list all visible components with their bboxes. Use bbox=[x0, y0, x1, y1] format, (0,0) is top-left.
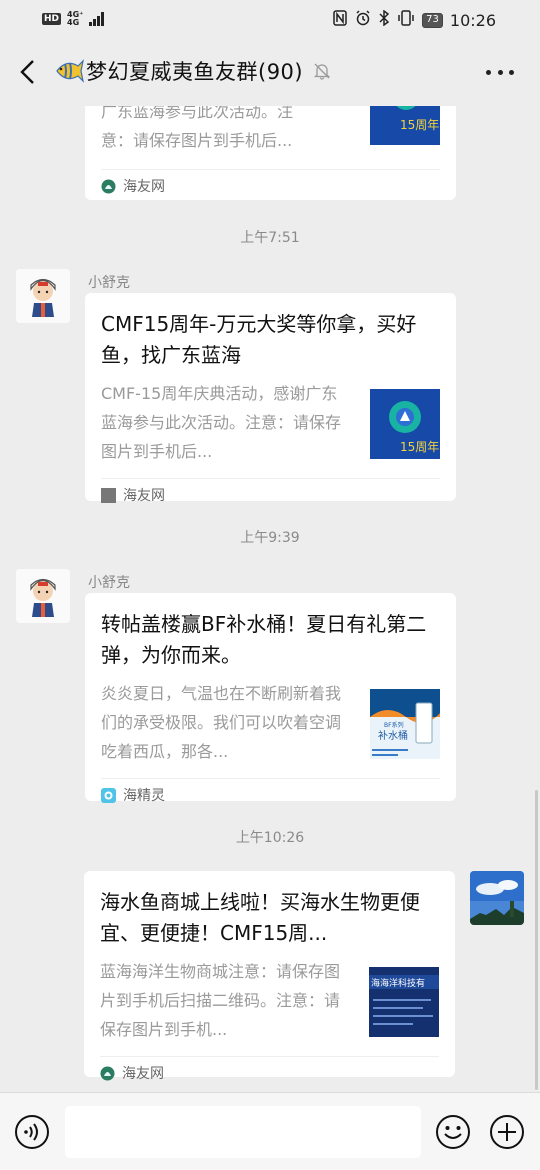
card-desc: 蓝海海洋生物商城注意：请保存图片到手机后扫描二维码。注意：请保存图片到手机... bbox=[100, 962, 341, 1039]
card-thumbnail: 15周年 bbox=[370, 106, 440, 161]
more-dot-icon bbox=[497, 69, 503, 75]
more-actions-button[interactable] bbox=[489, 1114, 525, 1150]
link-card[interactable]: CMF15周年-万元大奖等你拿，买好鱼，找广东蓝海 CMF-15周年庆典活动，感… bbox=[85, 293, 456, 504]
battery-icon: 73 bbox=[422, 12, 443, 28]
smiley-icon bbox=[436, 1115, 470, 1149]
vibrate-icon bbox=[397, 10, 415, 30]
more-dot-icon bbox=[509, 69, 514, 75]
emoji-button[interactable] bbox=[435, 1114, 471, 1150]
chat-title: 梦幻夏威夷鱼友群(90) bbox=[86, 60, 304, 84]
card-desc-line: 广东蓝海参与此次活动。注 bbox=[101, 106, 294, 121]
card-thumbnail: BF系列 补水桶 bbox=[370, 689, 440, 759]
status-left: HD 4G⁺ 4G bbox=[42, 11, 105, 27]
link-card[interactable]: 转帖盖楼赢BF补水桶！夏日有礼第二弹，为你而来。 炎炎夏日，气温也在不断刷新着我… bbox=[85, 593, 456, 804]
card-desc: 炎炎夏日，气温也在不断刷新着我们的承受极限。我们可以吹着空调吃着西瓜，那各... bbox=[101, 684, 342, 761]
message-timestamp: 上午9:39 bbox=[240, 530, 300, 546]
bf-product-thumb-text: 补水桶 bbox=[378, 729, 408, 742]
sender-avatar[interactable] bbox=[16, 569, 70, 623]
anniversary-thumb-text: 15周年 bbox=[400, 118, 439, 132]
voice-icon bbox=[15, 1115, 49, 1149]
link-card-self[interactable]: 海水鱼商城上线啦！买海水生物更便宜、更便捷！CMF15周... 蓝海海洋生物商城… bbox=[84, 871, 455, 1082]
chat-header: 梦幻夏威夷鱼友群(90) bbox=[0, 40, 540, 106]
message-input[interactable] bbox=[65, 1106, 421, 1158]
chat-title-wrap[interactable]: 梦幻夏威夷鱼友群(90) bbox=[54, 56, 331, 86]
sender-name: 小舒克 bbox=[88, 275, 130, 291]
scrollbar[interactable] bbox=[535, 790, 538, 1090]
haijingling-logo-icon bbox=[101, 787, 116, 803]
alarm-icon bbox=[355, 10, 371, 30]
more-options-button[interactable] bbox=[486, 62, 514, 82]
card-footer: 海精灵 bbox=[101, 778, 440, 811]
message-timestamp: 上午10:26 bbox=[235, 830, 305, 846]
self-avatar[interactable] bbox=[470, 871, 524, 925]
status-time: 10:26 bbox=[449, 10, 496, 30]
chevron-left-icon bbox=[20, 60, 34, 84]
tropical-fish-icon bbox=[56, 59, 84, 83]
voice-input-button[interactable] bbox=[14, 1114, 50, 1150]
card-title: CMF15周年-万元大奖等你拿，买好鱼，找广东蓝海 bbox=[101, 312, 417, 367]
back-button[interactable] bbox=[14, 57, 44, 87]
haiyouwang-logo-icon bbox=[101, 179, 116, 193]
input-bar bbox=[0, 1092, 540, 1170]
sender-avatar[interactable] bbox=[16, 269, 70, 323]
card-desc-line: 意：请保存图片到手机后... bbox=[101, 131, 293, 150]
card-source: 海友网 bbox=[123, 488, 165, 504]
mute-bell-icon bbox=[314, 63, 331, 80]
sender-name: 小舒克 bbox=[88, 575, 130, 591]
more-dot-icon bbox=[486, 69, 491, 75]
card-thumbnail: 海海洋科技有 bbox=[369, 967, 439, 1037]
message-timestamp: 上午7:51 bbox=[240, 230, 300, 246]
card-title: 海水鱼商城上线啦！买海水生物更便宜、更便捷！CMF15周... bbox=[100, 890, 420, 945]
card-footer: 海友网 bbox=[101, 169, 440, 202]
anniversary-thumb-text: 15周年 bbox=[400, 440, 439, 454]
status-right: 73 10:26 bbox=[332, 9, 496, 30]
signal-icon bbox=[89, 12, 105, 26]
bf-series-thumb-text: BF系列 bbox=[384, 721, 404, 729]
hd-badge: HD bbox=[42, 13, 62, 25]
message-list[interactable]: 广东蓝海参与此次活动。注 意：请保存图片到手机后... 15周年 海友网 上午7… bbox=[0, 106, 540, 1092]
card-source: 海友网 bbox=[122, 1066, 164, 1082]
status-bar: HD 4G⁺ 4G 73 10:26 bbox=[0, 0, 540, 40]
card-source: 海精灵 bbox=[123, 788, 165, 804]
plus-icon bbox=[490, 1115, 524, 1149]
card-source: 海友网 bbox=[123, 179, 165, 195]
nfc-icon bbox=[332, 10, 348, 30]
network-indicator: 4G⁺ 4G bbox=[67, 11, 83, 27]
card-desc: CMF-15周年庆典活动，感谢广东蓝海参与此次活动。注意：请保存图片到手机后..… bbox=[101, 384, 342, 461]
card-thumbnail: 15周年 bbox=[370, 389, 440, 459]
source-placeholder-icon bbox=[101, 487, 116, 503]
mall-thumb-text: 海海洋科技有 bbox=[371, 977, 425, 989]
bluetooth-icon bbox=[378, 9, 390, 30]
haiyouwang-logo-icon bbox=[100, 1066, 115, 1080]
card-footer: 海友网 bbox=[100, 1056, 439, 1089]
card-title: 转帖盖楼赢BF补水桶！夏日有礼第二弹，为你而来。 bbox=[101, 612, 427, 667]
card-footer: 海友网 bbox=[101, 478, 440, 511]
network-sub-label: 4G bbox=[67, 18, 80, 27]
link-card-partial[interactable]: 广东蓝海参与此次活动。注 意：请保存图片到手机后... 15周年 海友网 bbox=[85, 106, 456, 200]
